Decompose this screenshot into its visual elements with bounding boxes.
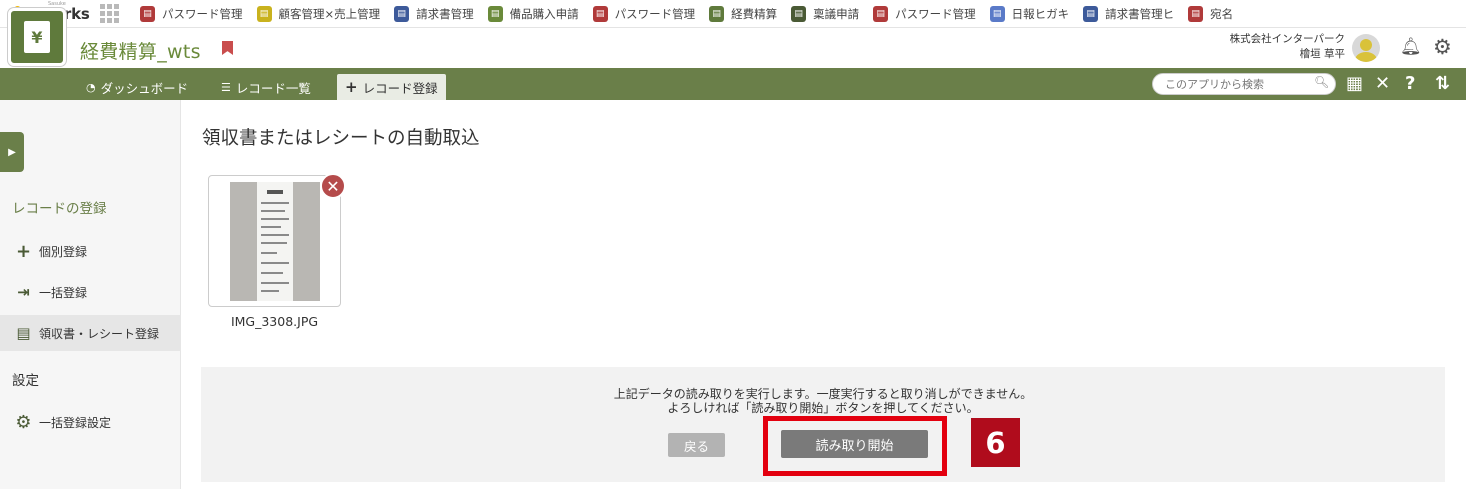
remove-image-button[interactable]: ✕	[320, 173, 346, 199]
bookmark-item[interactable]: ▤ 経費精算	[709, 0, 777, 28]
confirm-line-2: よろしければ「読み取り開始」ボタンを押してください。	[667, 401, 979, 415]
start-reading-button[interactable]: 読み取り開始	[781, 430, 928, 458]
bookmark-label: 顧客管理×売上管理	[278, 6, 381, 21]
bookmark-label: パスワード管理	[162, 6, 243, 21]
receipt-thumbnail[interactable]	[208, 175, 341, 307]
sidebar-item-receipt[interactable]: ▤ 領収書・レシート登録	[0, 315, 181, 351]
yen-doc-icon: ▤	[256, 5, 272, 22]
bookmark-label: 稟議申請	[813, 6, 860, 21]
app-header: 経費精算_wts 株式会社インターパーク 檜垣 草平 🔔︎ ⚙	[0, 28, 1466, 68]
sidebar-item-label: 領収書・レシート登録	[39, 326, 160, 341]
logo-subtext: Sasuke	[48, 0, 66, 7]
step-number-badge: 6	[971, 418, 1020, 467]
sidebar-toggle-icon[interactable]: ▶	[0, 132, 24, 172]
help-icon[interactable]: ?	[1405, 73, 1415, 94]
bookmark-list: ▤ パスワード管理 ▤ 顧客管理×売上管理 ▤ 請求書管理 ▤ 備品購入申請 ▤ パスワード管理 ▤…	[140, 0, 1247, 28]
sidebar: ▶ レコードの登録 + 個別登録 ⇥ 一括登録 ▤ 領収書・レシート登録 設定 …	[0, 100, 181, 489]
bookmark-label: 備品購入申請	[509, 6, 579, 21]
app-navbar: ◔ ダッシュボード ☰ レコード一覧 + レコード登録 🔍︎ ▦ ✕ ? ⇅	[0, 68, 1466, 100]
sidebar-item-label: 一括登録設定	[39, 415, 112, 430]
app-title: 経費精算_wts	[80, 41, 201, 63]
bell-icon[interactable]: 🔔︎	[1400, 37, 1422, 57]
tools-icon[interactable]: ✕	[1375, 73, 1390, 94]
confirm-message: 上記データの読み取りを実行します。一度実行すると取り消しができません。 よろしけ…	[201, 387, 1445, 415]
confirm-panel: 上記データの読み取りを実行します。一度実行すると取り消しができません。 よろしけ…	[201, 367, 1445, 482]
bookmark-item[interactable]: ▤ パスワード管理	[873, 0, 976, 28]
user-name: 檜垣 草平	[1299, 48, 1345, 60]
plus-icon: +	[15, 240, 32, 262]
bookmark-label: 宛名	[1210, 6, 1234, 21]
sidebar-section-record: レコードの登録	[12, 201, 107, 217]
bookmark-item[interactable]: ▤ 請求書管理	[394, 0, 474, 28]
invoice-icon: ▤	[1083, 5, 1099, 22]
bookmark-label: パスワード管理	[895, 6, 976, 21]
key-doc-icon: ▤	[873, 5, 889, 22]
back-button[interactable]: 戻る	[668, 433, 725, 457]
app-icon[interactable]: ¥	[8, 8, 66, 66]
tab-label: レコード登録	[362, 80, 438, 96]
bookmark-item[interactable]: ▤ 日報ヒガキ	[989, 0, 1070, 28]
confirm-line-1: 上記データの読み取りを実行します。一度実行すると取り消しができません。	[613, 387, 1033, 401]
app-grid-icon[interactable]	[100, 3, 120, 24]
gear-icon: ⚙	[15, 411, 32, 433]
bookmark-item[interactable]: ▤ パスワード管理	[140, 0, 243, 28]
receipt-icon: ▤	[16, 324, 31, 342]
user-info[interactable]: 株式会社インターパーク 檜垣 草平	[1230, 32, 1345, 62]
key-doc-icon: ▤	[140, 5, 155, 22]
bookmark-flag-icon[interactable]	[222, 41, 233, 55]
bookmark-item[interactable]: ▤ 宛名	[1188, 0, 1233, 28]
page-title: 領収書またはレシートの自動取込	[202, 128, 480, 149]
bookmark-label: 経費精算	[731, 6, 778, 21]
sidebar-item-label: 一括登録	[39, 285, 88, 300]
bookmark-item[interactable]: ▤ 備品購入申請	[487, 0, 579, 28]
switch-icon[interactable]: ⇅	[1435, 73, 1450, 94]
sidebar-item-bulk-settings[interactable]: ⚙ 一括登録設定	[0, 404, 181, 440]
bookmark-label: 日報ヒガキ	[1011, 6, 1070, 21]
tab-dashboard[interactable]: ◔ ダッシュボード	[78, 74, 196, 100]
dashboard-icon: ◔	[86, 80, 96, 94]
sidebar-item-individual[interactable]: + 個別登録	[0, 233, 181, 269]
sidebar-item-bulk[interactable]: ⇥ 一括登録	[0, 274, 181, 310]
avatar[interactable]	[1352, 34, 1380, 62]
sidebar-item-label: 個別登録	[39, 244, 88, 259]
gear-icon[interactable]: ⚙	[1433, 35, 1452, 59]
file-name: IMG_3308.JPG	[230, 314, 319, 329]
search-input[interactable]	[1152, 73, 1336, 95]
bookmark-label: 請求書管理ヒ	[1105, 6, 1175, 21]
bookmark-label: 請求書管理	[416, 6, 474, 21]
bookmark-item[interactable]: ▤ パスワード管理	[592, 0, 696, 28]
list-icon: ☰	[221, 80, 231, 94]
sidebar-section-settings: 設定	[12, 373, 39, 389]
bookmark-item[interactable]: ▤ 請求書管理ヒ	[1083, 0, 1174, 28]
tab-label: レコード一覧	[235, 80, 311, 96]
yen-doc-icon: ¥	[24, 21, 50, 53]
report-icon: ▤	[989, 5, 1005, 22]
bookmark-item[interactable]: ▤ 顧客管理×売上管理	[256, 0, 381, 28]
bookmark-item[interactable]: ▤ 稟議申請	[791, 0, 859, 28]
tab-record-register[interactable]: + レコード登録	[337, 74, 446, 100]
yen-doc-icon: ▤	[709, 5, 725, 22]
approval-icon: ▤	[791, 5, 807, 22]
address-icon: ▤	[1188, 5, 1204, 22]
purchase-icon: ▤	[487, 5, 503, 22]
key-doc-icon: ▤	[592, 5, 608, 22]
tab-record-list[interactable]: ☰ レコード一覧	[213, 74, 319, 100]
search-icon[interactable]: 🔍︎	[1314, 75, 1329, 89]
qr-code-icon[interactable]: ▦	[1346, 73, 1363, 94]
company-name: 株式会社インターパーク	[1229, 33, 1345, 45]
bookmark-label: パスワード管理	[614, 6, 696, 21]
tab-label: ダッシュボード	[100, 80, 189, 96]
invoice-icon: ▤	[394, 5, 410, 22]
plus-icon: +	[345, 78, 358, 96]
import-icon: ⇥	[17, 283, 30, 301]
bookmark-bar: Sasuke Works ▤パスワード管理▤顧客管理×売上管理▤請求書管理▤備品…	[0, 0, 1466, 28]
receipt-image	[230, 182, 320, 301]
